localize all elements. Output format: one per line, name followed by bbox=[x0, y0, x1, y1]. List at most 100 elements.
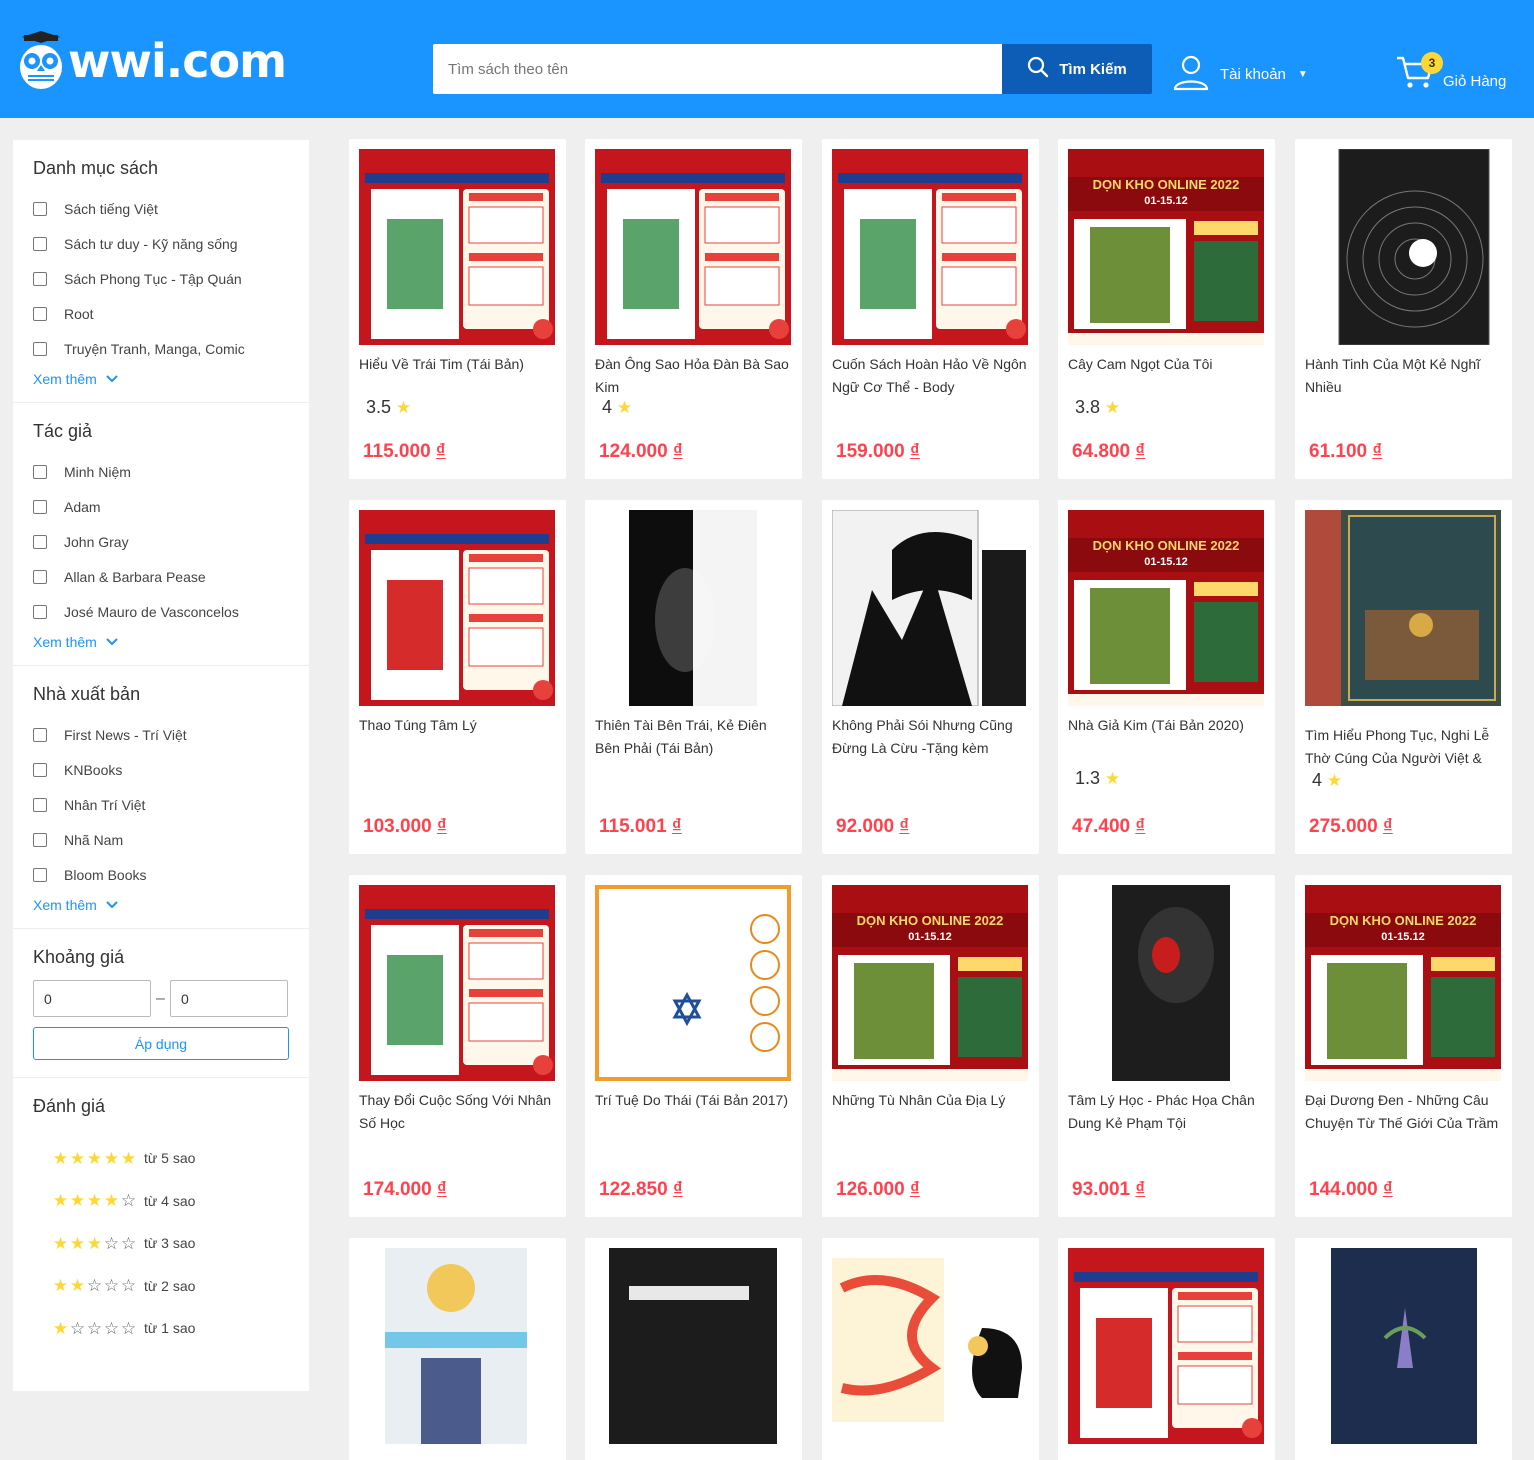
category-option[interactable]: Sách tiếng Việt bbox=[33, 191, 289, 226]
product-cover-image[interactable] bbox=[1068, 1248, 1264, 1444]
product-card[interactable] bbox=[1295, 1238, 1512, 1460]
rating-option[interactable]: ★ ★ ★ ☆ ☆ từ 3 sao bbox=[33, 1222, 289, 1265]
product-name[interactable]: Cuốn Sách Hoàn Hảo Về Ngôn Ngữ Cơ Thể - … bbox=[832, 353, 1032, 399]
product-cover-image[interactable] bbox=[359, 885, 555, 1081]
product-cover-image[interactable] bbox=[359, 1248, 555, 1444]
product-card[interactable]: Tâm Lý Học - Phác Họa Chân Dung Kẻ Phạm … bbox=[1058, 875, 1275, 1217]
checkbox[interactable] bbox=[33, 604, 47, 619]
checkbox[interactable] bbox=[33, 341, 47, 356]
checkbox[interactable] bbox=[33, 306, 47, 321]
search-input[interactable] bbox=[433, 44, 1003, 94]
product-name[interactable]: Nhà Giả Kim (Tái Bản 2020) bbox=[1068, 714, 1268, 760]
category-see-more[interactable]: Xem thêm bbox=[33, 366, 289, 402]
product-name[interactable]: Thiên Tài Bên Trái, Kẻ Điên Bên Phải (Tá… bbox=[595, 714, 795, 760]
product-card[interactable]: DỌN KHO ONLINE 2022 01-15.12 Những Tù Nh… bbox=[822, 875, 1039, 1217]
apply-price-button[interactable]: Áp dụng bbox=[33, 1027, 289, 1060]
product-cover-image[interactable] bbox=[359, 510, 555, 706]
checkbox[interactable] bbox=[33, 534, 47, 549]
product-cover-image[interactable] bbox=[595, 149, 791, 345]
product-card[interactable]: Đàn Ông Sao Hỏa Đàn Bà Sao Kim 4 ★ 124.000 … bbox=[585, 139, 802, 479]
product-cover-image[interactable] bbox=[359, 149, 555, 345]
category-option[interactable]: Sách Phong Tục - Tập Quán bbox=[33, 261, 289, 296]
product-card[interactable]: DỌN KHO ONLINE 2022 01-15.12 Nhà Giả Kim… bbox=[1058, 500, 1275, 854]
account-menu[interactable]: Tài khoản ▼ bbox=[1172, 54, 1308, 94]
product-cover-image[interactable] bbox=[595, 1248, 791, 1444]
product-cover-image[interactable]: DỌN KHO ONLINE 2022 01-15.12 bbox=[1305, 885, 1501, 1081]
checkbox[interactable] bbox=[33, 727, 47, 742]
category-option[interactable]: Root bbox=[33, 296, 289, 331]
product-name[interactable]: Đàn Ông Sao Hỏa Đàn Bà Sao Kim bbox=[595, 353, 795, 399]
checkbox[interactable] bbox=[33, 464, 47, 479]
checkbox[interactable] bbox=[33, 201, 47, 216]
product-card[interactable]: Không Phải Sói Nhưng Cũng Đừng Là Cừu -T… bbox=[822, 500, 1039, 854]
product-card[interactable]: Thiên Tài Bên Trái, Kẻ Điên Bên Phải (Tá… bbox=[585, 500, 802, 854]
publisher-option[interactable]: Bloom Books bbox=[33, 857, 289, 892]
checkbox[interactable] bbox=[33, 236, 47, 251]
product-card[interactable]: Thao Túng Tâm Lý 103.000 ₫ bbox=[349, 500, 566, 854]
product-name[interactable]: Hành Tinh Của Một Kẻ Nghĩ Nhiều bbox=[1305, 353, 1505, 399]
cart-button[interactable]: 3 Giỏ Hàng bbox=[1395, 50, 1506, 94]
product-cover-image[interactable] bbox=[1068, 885, 1264, 1081]
product-name[interactable]: Thay Đổi Cuộc Sống Với Nhân Số Học bbox=[359, 1089, 559, 1135]
product-cover-image[interactable] bbox=[595, 510, 791, 706]
product-card[interactable]: Trí Tuệ Do Thái (Tái Bản 2017) 122.850 ₫ bbox=[585, 875, 802, 1217]
product-name[interactable]: Tâm Lý Học - Phác Họa Chân Dung Kẻ Phạm … bbox=[1068, 1089, 1268, 1135]
product-card[interactable] bbox=[349, 1238, 566, 1460]
product-card[interactable]: Tìm Hiểu Phong Tục, Nghi Lễ Thờ Cúng Của… bbox=[1295, 500, 1512, 854]
rating-option[interactable]: ★ ☆ ☆ ☆ ☆ từ 1 sao bbox=[33, 1307, 289, 1350]
product-card[interactable]: Hành Tinh Của Một Kẻ Nghĩ Nhiều 61.100 ₫ bbox=[1295, 139, 1512, 479]
category-option[interactable]: Truyện Tranh, Manga, Comic bbox=[33, 331, 289, 366]
author-option[interactable]: Adam bbox=[33, 489, 289, 524]
product-card[interactable]: DỌN KHO ONLINE 2022 01-15.12 Cây Cam Ngọ… bbox=[1058, 139, 1275, 479]
product-cover-image[interactable] bbox=[832, 149, 1028, 345]
author-option[interactable]: Allan & Barbara Pease bbox=[33, 559, 289, 594]
author-option[interactable]: John Gray bbox=[33, 524, 289, 559]
category-option[interactable]: Sách tư duy - Kỹ năng sống bbox=[33, 226, 289, 261]
product-cover-image[interactable] bbox=[832, 510, 1028, 706]
product-name[interactable]: Những Tù Nhân Của Địa Lý bbox=[832, 1089, 1032, 1135]
search-button[interactable]: Tìm Kiếm bbox=[1002, 44, 1152, 94]
product-cover-image[interactable] bbox=[1305, 1248, 1501, 1444]
product-card[interactable]: Hiểu Về Trái Tim (Tái Bản) 3.5 ★ 115.000 ₫ bbox=[349, 139, 566, 479]
author-option[interactable]: Minh Niệm bbox=[33, 454, 289, 489]
product-card[interactable] bbox=[1058, 1238, 1275, 1460]
product-cover-image[interactable]: DỌN KHO ONLINE 2022 01-15.12 bbox=[832, 885, 1028, 1081]
author-see-more[interactable]: Xem thêm bbox=[33, 629, 289, 665]
publisher-option[interactable]: KNBooks bbox=[33, 752, 289, 787]
product-card[interactable]: Cuốn Sách Hoàn Hảo Về Ngôn Ngữ Cơ Thể - … bbox=[822, 139, 1039, 479]
product-card[interactable]: Thay Đổi Cuộc Sống Với Nhân Số Học 174.00… bbox=[349, 875, 566, 1217]
rating-option[interactable]: ★ ★ ★ ★ ★ từ 5 sao bbox=[33, 1137, 289, 1180]
checkbox[interactable] bbox=[33, 271, 47, 286]
product-name[interactable]: Tìm Hiểu Phong Tục, Nghi Lễ Thờ Cúng Của… bbox=[1305, 724, 1505, 770]
checkbox[interactable] bbox=[33, 867, 47, 882]
product-cover-image[interactable]: DỌN KHO ONLINE 2022 01-15.12 bbox=[1068, 149, 1264, 345]
site-logo[interactable]: wwi.com bbox=[16, 28, 287, 94]
product-cover-image[interactable] bbox=[595, 885, 791, 1081]
product-cover-image[interactable] bbox=[1305, 510, 1501, 706]
product-name[interactable]: Không Phải Sói Nhưng Cũng Đừng Là Cừu -T… bbox=[832, 714, 1032, 760]
rating-option[interactable]: ★ ★ ☆ ☆ ☆ từ 2 sao bbox=[33, 1265, 289, 1308]
product-name[interactable]: Hiểu Về Trái Tim (Tái Bản) bbox=[359, 353, 559, 399]
author-option[interactable]: José Mauro de Vasconcelos bbox=[33, 594, 289, 629]
product-name[interactable]: Đại Dương Đen - Những Câu Chuyện Từ Thế … bbox=[1305, 1089, 1505, 1135]
price-min-input[interactable] bbox=[33, 980, 151, 1017]
publisher-option[interactable]: Nhã Nam bbox=[33, 822, 289, 857]
checkbox[interactable] bbox=[33, 797, 47, 812]
product-card[interactable] bbox=[585, 1238, 802, 1460]
product-cover-image[interactable] bbox=[1305, 149, 1501, 345]
rating-option[interactable]: ★ ★ ★ ★ ☆ từ 4 sao bbox=[33, 1180, 289, 1223]
product-card[interactable] bbox=[822, 1238, 1039, 1460]
publisher-see-more[interactable]: Xem thêm bbox=[33, 892, 289, 928]
checkbox[interactable] bbox=[33, 499, 47, 514]
checkbox[interactable] bbox=[33, 832, 47, 847]
publisher-option[interactable]: Nhân Trí Việt bbox=[33, 787, 289, 822]
checkbox[interactable] bbox=[33, 762, 47, 777]
product-cover-image[interactable]: DỌN KHO ONLINE 2022 01-15.12 bbox=[1068, 510, 1264, 706]
checkbox[interactable] bbox=[33, 569, 47, 584]
price-max-input[interactable] bbox=[170, 980, 288, 1017]
product-name[interactable]: Cây Cam Ngọt Của Tôi bbox=[1068, 353, 1268, 399]
product-name[interactable]: Thao Túng Tâm Lý bbox=[359, 714, 559, 760]
product-cover-image[interactable] bbox=[832, 1248, 1028, 1444]
product-card[interactable]: DỌN KHO ONLINE 2022 01-15.12 Đại Dương Đ… bbox=[1295, 875, 1512, 1217]
publisher-option[interactable]: First News - Trí Việt bbox=[33, 717, 289, 752]
